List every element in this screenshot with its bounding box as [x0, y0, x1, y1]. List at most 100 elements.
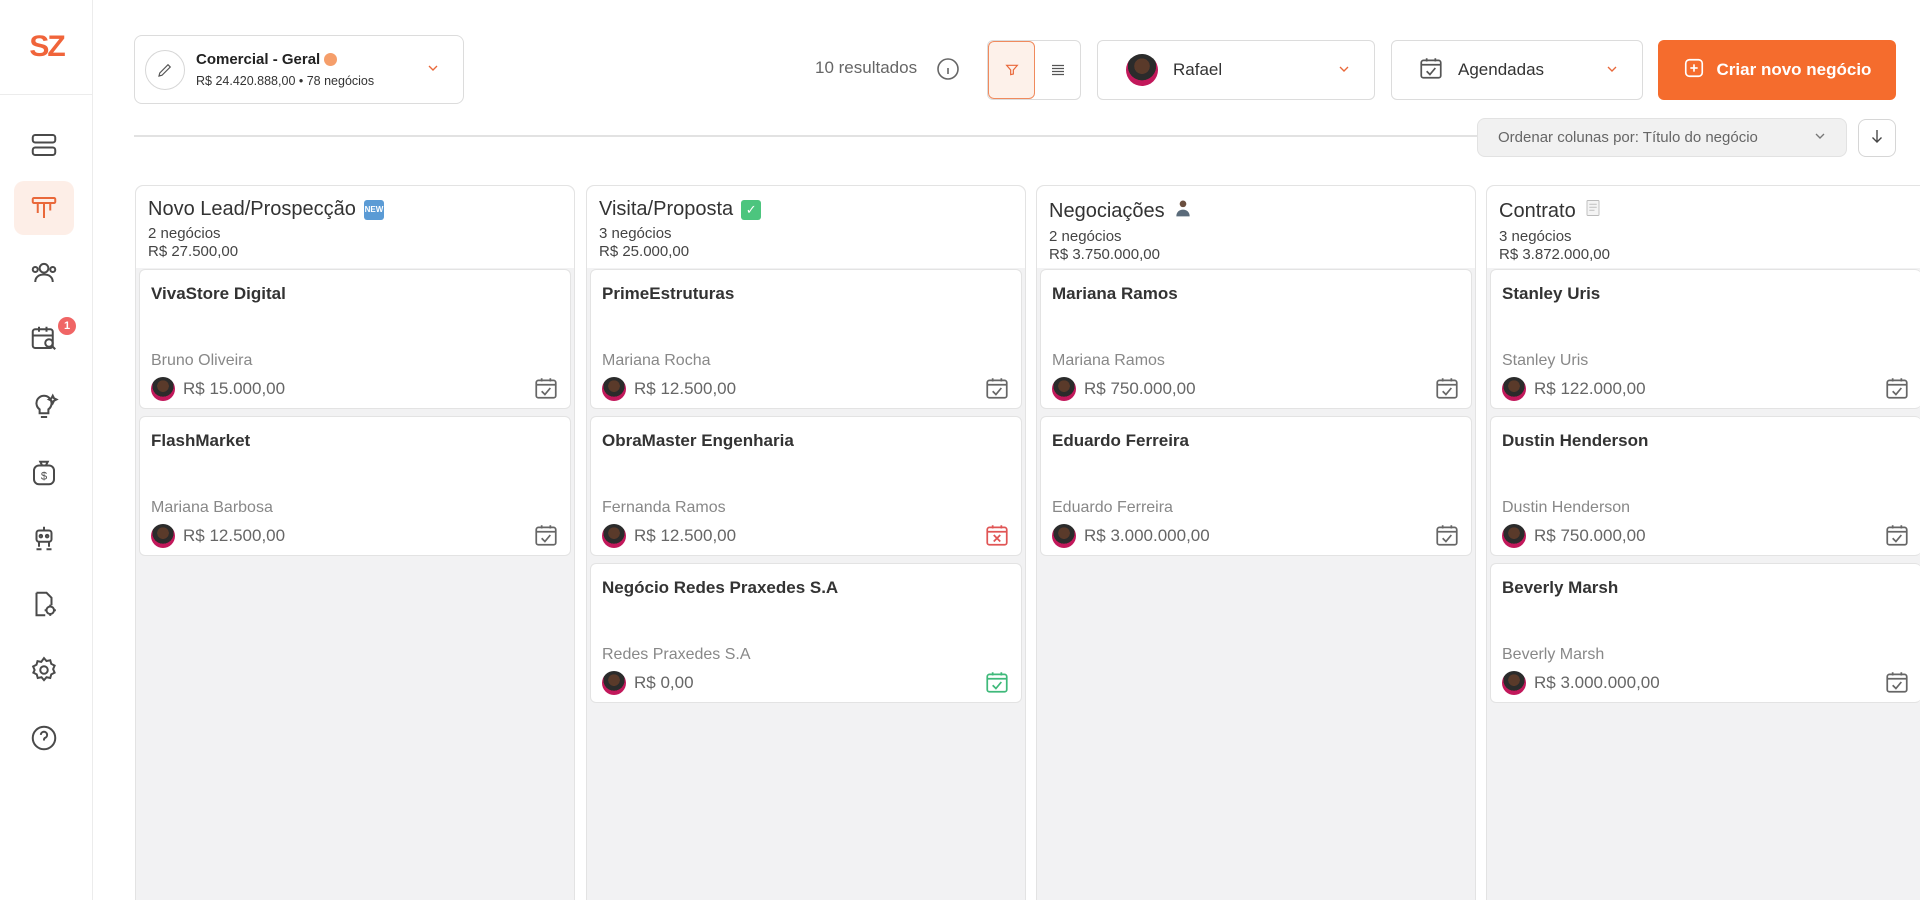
- column-value: R$ 3.750.000,00: [1049, 246, 1160, 263]
- calendar-check-icon[interactable]: [533, 522, 559, 548]
- deal-title: Stanley Uris: [1502, 284, 1601, 303]
- funnel-selector[interactable]: Comercial - Geral R$ 24.420.888,00 • 78 …: [134, 35, 464, 104]
- deal-title: Eduardo Ferreira: [1052, 431, 1189, 450]
- owner-avatar: [151, 377, 175, 401]
- column-header: Visita/Proposta ✓ 3 negócios R$ 25.000,0…: [587, 186, 1025, 268]
- owner-avatar: [602, 671, 626, 695]
- user-selector[interactable]: Rafael: [1097, 40, 1375, 100]
- deal-card[interactable]: VivaStore Digital Bruno Oliveira R$ 15.0…: [139, 269, 571, 409]
- column-title: Novo Lead/Prospecção NEW: [148, 198, 574, 221]
- sort-columns-select[interactable]: Ordenar colunas por: Título do negócio: [1477, 118, 1847, 157]
- deal-title: PrimeEstruturas: [602, 284, 735, 303]
- owner-avatar: [602, 377, 626, 401]
- pencil-icon[interactable]: [145, 50, 185, 90]
- deal-card[interactable]: Stanley Uris Stanley Uris R$ 122.000,00: [1490, 269, 1920, 409]
- calendar-check-icon[interactable]: [1884, 375, 1910, 401]
- owner-avatar: [1052, 524, 1076, 548]
- ideas-icon[interactable]: [14, 380, 74, 434]
- deal-card[interactable]: PrimeEstruturas Mariana Rocha R$ 12.500,…: [590, 269, 1022, 409]
- owner-avatar: [1502, 671, 1526, 695]
- deal-contact: Dustin Henderson: [1502, 499, 1631, 516]
- app-logo[interactable]: SZ: [0, 0, 93, 95]
- calendar-search-icon[interactable]: 1: [14, 311, 76, 365]
- deal-value: R$ 750.000,00: [1534, 526, 1646, 545]
- funnel-name: Comercial - Geral: [196, 51, 338, 68]
- deal-card[interactable]: ObraMaster Engenharia Fernanda Ramos R$ …: [590, 416, 1022, 556]
- deal-title: Negócio Redes Praxedes S.A: [602, 578, 839, 597]
- deal-contact: Fernanda Ramos: [602, 499, 726, 516]
- chevron-down-icon: [1336, 61, 1352, 82]
- funnel-summary: R$ 24.420.888,00 • 78 negócios: [196, 74, 375, 88]
- view-toggle: [987, 40, 1081, 100]
- column-header: Novo Lead/Prospecção NEW 2 negócios R$ 2…: [136, 186, 574, 268]
- owner-avatar: [602, 524, 626, 548]
- deal-title: FlashMarket: [151, 431, 251, 450]
- deal-title: Dustin Henderson: [1502, 431, 1649, 450]
- filter-icon[interactable]: [988, 41, 1035, 99]
- deal-value: R$ 750.000,00: [1084, 379, 1196, 398]
- calendar-check-icon[interactable]: [1434, 522, 1460, 548]
- calendar-check-icon[interactable]: [533, 375, 559, 401]
- robot-icon[interactable]: [14, 511, 74, 565]
- deal-card[interactable]: Negócio Redes Praxedes S.A Redes Praxede…: [590, 563, 1022, 703]
- column-count: 2 negócios: [148, 225, 221, 242]
- pipeline-column: Novo Lead/Prospecção NEW 2 negócios R$ 2…: [135, 185, 575, 900]
- finance-icon[interactable]: $: [14, 446, 74, 500]
- pipeline-column: Visita/Proposta ✓ 3 negócios R$ 25.000,0…: [586, 185, 1026, 900]
- deal-contact: Beverly Marsh: [1502, 646, 1605, 663]
- calendar-check-icon[interactable]: [1884, 669, 1910, 695]
- column-title-text: Contrato: [1499, 199, 1576, 222]
- deal-value: R$ 12.500,00: [634, 379, 737, 398]
- deal-contact: Mariana Rocha: [602, 352, 711, 369]
- column-title-text: Novo Lead/Prospecção: [148, 198, 356, 220]
- deal-card[interactable]: Eduardo Ferreira Eduardo Ferreira R$ 3.0…: [1040, 416, 1472, 556]
- owner-avatar: [151, 524, 175, 548]
- deal-card[interactable]: FlashMarket Mariana Barbosa R$ 12.500,00: [139, 416, 571, 556]
- pipeline-column: Contrato 3 negócios R$ 3.872.000,00 Stan…: [1486, 185, 1920, 900]
- documents-icon[interactable]: [14, 577, 74, 631]
- sidebar: SZ 1 $: [0, 0, 93, 900]
- owner-avatar: [1502, 377, 1526, 401]
- calendar-overdue-icon[interactable]: [984, 522, 1010, 548]
- owner-avatar: [1502, 524, 1526, 548]
- sort-label: Ordenar colunas por: Título do negócio: [1498, 129, 1758, 146]
- storage-icon[interactable]: [14, 118, 74, 172]
- deal-value: R$ 3.000.000,00: [1534, 673, 1660, 692]
- deal-contact: Eduardo Ferreira: [1052, 499, 1173, 516]
- arrow-down-icon: [1868, 127, 1886, 150]
- results-count: 10 resultados: [815, 58, 918, 77]
- info-icon[interactable]: [936, 57, 960, 81]
- help-icon[interactable]: [14, 711, 74, 765]
- deal-title: ObraMaster Engenharia: [602, 431, 794, 450]
- check-badge-icon: ✓: [741, 199, 762, 220]
- deal-contact: Bruno Oliveira: [151, 352, 253, 369]
- chevron-down-icon: [1812, 128, 1828, 148]
- contacts-icon[interactable]: [14, 245, 74, 299]
- deal-value: R$ 15.000,00: [183, 379, 286, 398]
- svg-text:$: $: [41, 470, 48, 482]
- notification-badge: 1: [58, 317, 76, 335]
- create-deal-button[interactable]: Criar novo negócio: [1658, 40, 1896, 100]
- deal-card[interactable]: Mariana Ramos Mariana Ramos R$ 750.000,0…: [1040, 269, 1472, 409]
- deal-contact: Redes Praxedes S.A: [602, 646, 751, 663]
- plus-square-icon: [1683, 57, 1705, 84]
- deal-value: R$ 12.500,00: [183, 526, 286, 545]
- calendar-check-icon[interactable]: [1884, 522, 1910, 548]
- schedule-filter-label: Agendadas: [1458, 60, 1545, 79]
- sort-direction-button[interactable]: [1858, 119, 1896, 157]
- column-header: Negociações 2 negócios R$ 3.750.000,00: [1037, 186, 1475, 268]
- deal-contact: Stanley Uris: [1502, 352, 1589, 369]
- document-icon: [1584, 198, 1602, 224]
- schedule-filter[interactable]: Agendadas: [1391, 40, 1643, 100]
- user-avatar: [1126, 54, 1158, 86]
- deal-card[interactable]: Dustin Henderson Dustin Henderson R$ 750…: [1490, 416, 1920, 556]
- list-view-icon[interactable]: [1035, 41, 1080, 99]
- calendar-check-icon[interactable]: [984, 375, 1010, 401]
- column-title-text: Negociações: [1049, 199, 1165, 222]
- calendar-check-icon[interactable]: [1434, 375, 1460, 401]
- deal-card[interactable]: Beverly Marsh Beverly Marsh R$ 3.000.000…: [1490, 563, 1920, 703]
- kanban-icon[interactable]: [14, 181, 74, 235]
- settings-icon[interactable]: [14, 643, 74, 697]
- calendar-done-icon[interactable]: [984, 669, 1010, 695]
- person-icon: [1173, 198, 1193, 224]
